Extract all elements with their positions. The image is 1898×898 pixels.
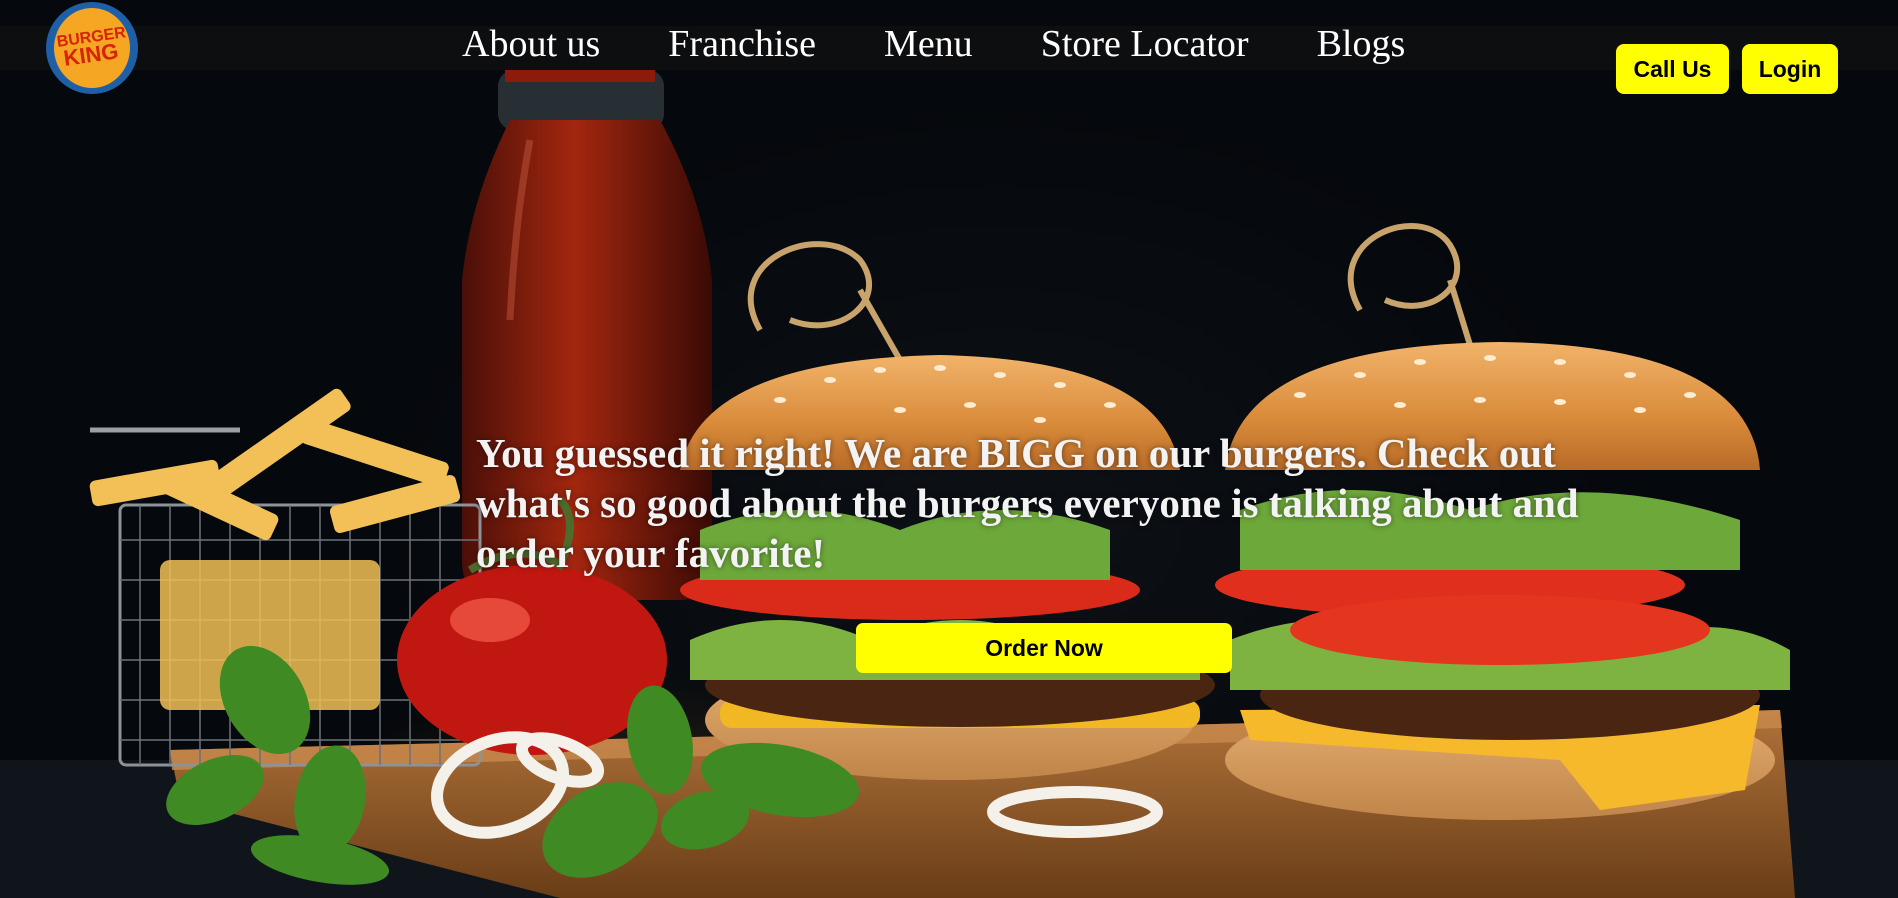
landing-page: BURGER KING About us Franchise Menu Stor…	[0, 0, 1898, 898]
hero-headline: You guessed it right! We are BIGG on our…	[476, 430, 1579, 576]
nav-link-menu[interactable]: Menu	[884, 22, 973, 68]
nav-link-store-locator[interactable]: Store Locator	[1041, 22, 1249, 68]
login-button[interactable]: Login	[1742, 44, 1838, 94]
nav-link-franchise[interactable]: Franchise	[668, 22, 816, 68]
main-nav: About us Franchise Menu Store Locator Bl…	[462, 22, 1405, 68]
order-now-button[interactable]: Order Now	[856, 623, 1232, 673]
nav-link-about-us[interactable]: About us	[462, 22, 600, 68]
burger-king-logo[interactable]: BURGER KING	[44, 0, 140, 96]
call-us-button[interactable]: Call Us	[1616, 44, 1729, 94]
nav-link-blogs[interactable]: Blogs	[1317, 22, 1406, 68]
